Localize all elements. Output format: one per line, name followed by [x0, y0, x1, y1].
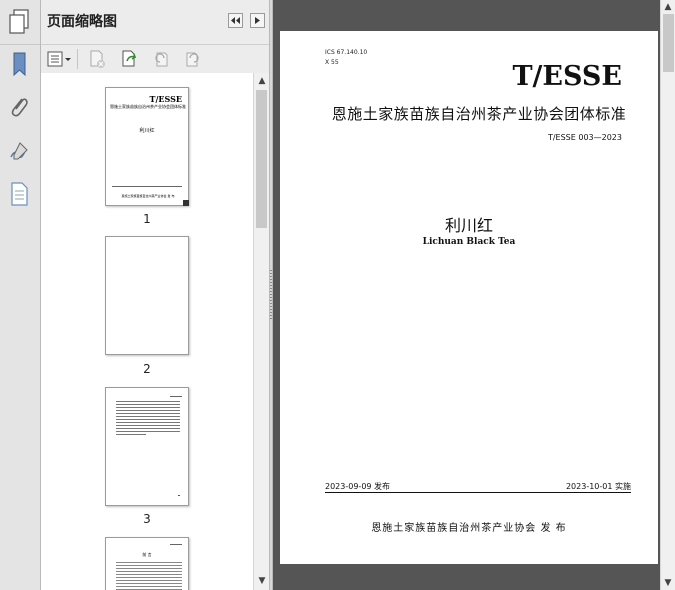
thumb-publisher: 恩施土家族苗族自治州茶产业协会 发 布: [121, 194, 175, 198]
thumb-code: T/ESSE: [149, 94, 182, 104]
thumb-title: 利川红: [139, 128, 155, 134]
rotate-cw-icon[interactable]: [183, 49, 203, 69]
page-thumbnails-panel: 页面缩略图 T/ESSE 恩施土家族苗族自治州茶产业协会团体标准 利川红 恩施土…: [41, 0, 269, 590]
pages-icon[interactable]: [6, 8, 32, 36]
chevron-right-icon: [254, 17, 260, 24]
delete-page-icon[interactable]: [87, 49, 107, 69]
attachment-paperclip-icon[interactable]: [6, 93, 32, 121]
doc-scroll-down-arrow-icon[interactable]: ▼: [661, 578, 675, 588]
publish-date: 2023-09-09 发布: [325, 482, 391, 491]
thumb-org: 恩施土家族苗族自治州茶产业协会团体标准: [110, 104, 186, 109]
standard-number: T/ESSE 003—2023: [547, 133, 622, 142]
scrollbar-thumb[interactable]: [256, 90, 267, 228]
ccs-code: X 55: [325, 59, 339, 66]
insert-page-icon[interactable]: [119, 49, 139, 69]
doc-title-en: Lichuan Black Tea: [422, 237, 516, 247]
page-thumbnail-2[interactable]: [105, 236, 189, 355]
document-view[interactable]: ICS 67.140.10 X 55 T/ESSE 恩施土家族苗族自治州茶产业协…: [273, 0, 660, 590]
double-chevron-left-icon: [231, 17, 240, 24]
thumbnail-scrollbar[interactable]: ▲ ▼: [253, 73, 269, 590]
document-icon[interactable]: [6, 180, 32, 208]
page-label-3: 3: [143, 512, 151, 526]
options-menu-icon[interactable]: [47, 49, 73, 69]
doc-scroll-up-arrow-icon[interactable]: ▲: [661, 2, 675, 12]
page-label-1: 1: [143, 212, 151, 226]
page-thumbnail-4[interactable]: 前 言: [105, 537, 189, 590]
effective-date: 2023-10-01 实施: [565, 482, 631, 491]
panel-title: 页面缩略图: [47, 14, 117, 30]
document-page: ICS 67.140.10 X 55 T/ESSE 恩施土家族苗族自治州茶产业协…: [280, 31, 658, 564]
doc-scrollbar-thumb[interactable]: [663, 14, 674, 72]
date-rule: [325, 492, 631, 493]
standard-code: T/ESSE: [512, 61, 622, 92]
document-scrollbar[interactable]: ▲ ▼: [660, 0, 675, 590]
next-panel-button[interactable]: [250, 13, 265, 28]
ics-code: ICS 67.140.10: [325, 49, 368, 56]
left-toolbar: [0, 0, 41, 590]
collapse-panel-button[interactable]: [228, 13, 243, 28]
org-standard-title: 恩施土家族苗族自治州茶产业协会团体标准: [331, 105, 627, 123]
rotate-ccw-icon[interactable]: [151, 49, 171, 69]
page-thumbnail-1[interactable]: T/ESSE 恩施土家族苗族自治州茶产业协会团体标准 利川红 恩施土家族苗族自治…: [105, 87, 189, 206]
page-label-2: 2: [143, 362, 151, 376]
scroll-down-arrow-icon[interactable]: ▼: [254, 576, 270, 586]
signature-pen-icon[interactable]: [6, 137, 32, 165]
thumb-heading: 前 言: [142, 552, 152, 557]
scroll-up-arrow-icon[interactable]: ▲: [254, 76, 270, 86]
thumbnail-toolbar: [41, 44, 269, 74]
bookmark-icon[interactable]: [6, 50, 32, 78]
publisher: 恩施土家族苗族自治州茶产业协会 发 布: [371, 523, 567, 534]
thumbnail-list[interactable]: T/ESSE 恩施土家族苗族自治州茶产业协会团体标准 利川红 恩施土家族苗族自治…: [41, 73, 253, 590]
doc-title-cn: 利川红: [444, 216, 493, 235]
page-thumbnail-3[interactable]: [105, 387, 189, 506]
